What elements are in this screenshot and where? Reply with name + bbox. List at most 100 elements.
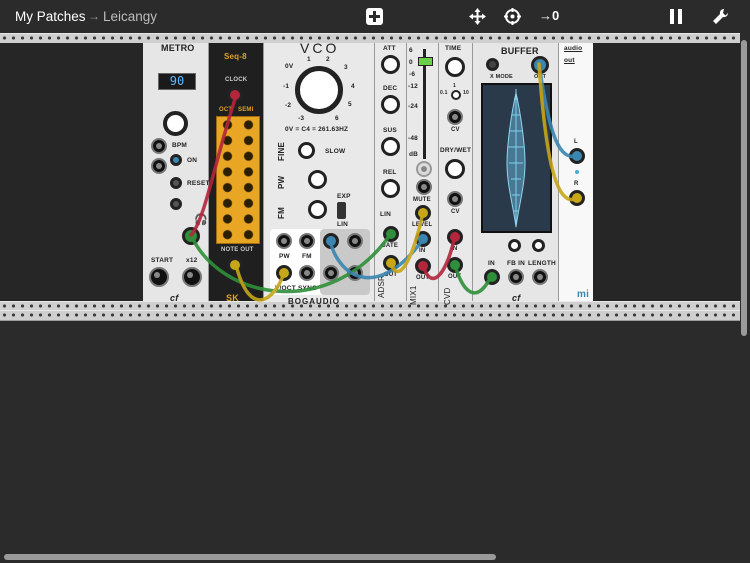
- my-patches-link[interactable]: My Patches: [15, 9, 86, 24]
- time-range-knob[interactable]: [451, 90, 461, 100]
- lin-toggle-label[interactable]: LIN: [380, 211, 391, 218]
- voct-label: V/OCT: [275, 285, 296, 292]
- db-m48: -48: [408, 135, 418, 142]
- metro-aux-button[interactable]: [170, 198, 182, 210]
- reset-label: RESET: [187, 180, 210, 187]
- x-mode-label: X MODE: [490, 74, 513, 80]
- level-jack[interactable]: [415, 205, 431, 221]
- dec-knob[interactable]: [381, 95, 400, 114]
- sync-jack[interactable]: [299, 265, 315, 281]
- db-6: 6: [409, 47, 413, 54]
- vco-scale-m2: -2: [285, 102, 292, 109]
- length-jack[interactable]: [532, 269, 548, 285]
- fine-knob[interactable]: [298, 142, 315, 159]
- module-seq8[interactable]: Seq-8 CLOCK OCT SEMI NOTE OUT SK: [209, 43, 263, 303]
- rel-knob[interactable]: [381, 179, 400, 198]
- db-0: 0: [409, 59, 413, 66]
- pw-jack[interactable]: [276, 233, 292, 249]
- clock-jack[interactable]: [227, 87, 243, 103]
- module-audio-out[interactable]: audio out L R mi: [559, 43, 593, 301]
- mute-button[interactable]: [416, 161, 432, 177]
- fb-in-jack[interactable]: [508, 269, 524, 285]
- cvd-in-jack[interactable]: [447, 229, 463, 245]
- buffer-in-jack[interactable]: [484, 269, 500, 285]
- gate-jack[interactable]: [383, 226, 399, 242]
- module-cvd[interactable]: TIME 0.1 1 10 CV DRY/WET CV IN OUT CVD: [439, 43, 473, 305]
- time-knob[interactable]: [445, 57, 465, 77]
- waveform-display: [481, 83, 552, 233]
- x12-jack[interactable]: [182, 267, 202, 287]
- time-scale-01: 0.1: [440, 90, 448, 96]
- start-jack[interactable]: [149, 267, 169, 287]
- metro-out-jack[interactable]: [182, 227, 200, 245]
- bpm-display: 90: [158, 73, 196, 90]
- mute-jack[interactable]: [416, 179, 432, 195]
- exp-lin-switch[interactable]: [337, 202, 346, 219]
- cvd-out-jack[interactable]: [447, 257, 463, 273]
- time-cv-jack[interactable]: [447, 109, 463, 125]
- mix1-in-jack[interactable]: [415, 231, 431, 247]
- add-module-button[interactable]: [366, 8, 383, 25]
- module-adsr[interactable]: ATT DEC SUS REL LIN GATE OUT ADSR: [375, 43, 407, 301]
- sine-out-jack[interactable]: [347, 265, 363, 281]
- x-mode-button[interactable]: [486, 58, 499, 71]
- cvd-vertical-name: CVD: [443, 287, 452, 306]
- drywet-label: DRY/WET: [440, 147, 472, 154]
- right-out-jack[interactable]: [569, 190, 585, 206]
- pause-icon: [670, 9, 682, 24]
- wrench-icon: [713, 8, 729, 24]
- seq-grid[interactable]: [216, 116, 260, 244]
- voct-jack[interactable]: [276, 265, 292, 281]
- module-metro[interactable]: METRO 90 BPM ON RESET 🎧 START x12 cf: [143, 43, 210, 303]
- bpm-knob[interactable]: [163, 111, 188, 136]
- note-out-jack[interactable]: [227, 257, 243, 273]
- adsr-vertical-name: ADSR: [377, 274, 386, 298]
- buffer-out-jack[interactable]: [531, 56, 549, 74]
- fine-label: FINE: [277, 141, 286, 161]
- gate-label: GATE: [381, 243, 399, 249]
- drywet-knob[interactable]: [445, 159, 465, 179]
- metro-brand: cf: [170, 293, 179, 303]
- settings-button[interactable]: [712, 8, 729, 30]
- saw-out-jack[interactable]: [347, 233, 363, 249]
- module-vco[interactable]: VCO 0V -1 -2 -3 1 2 3 4 5 6 0V = C4 = 26…: [263, 40, 375, 306]
- vco-title: VCO: [300, 40, 340, 56]
- time-label: TIME: [445, 45, 462, 52]
- module-mix1[interactable]: 6 0 -6 -12 -24 -48 dB MUTE LEVEL IN OUT …: [407, 43, 439, 305]
- vco-scale-4: 4: [351, 83, 355, 90]
- fb-knob-2[interactable]: [532, 239, 545, 252]
- vertical-scrollbar[interactable]: [741, 40, 747, 336]
- adsr-out-jack[interactable]: [383, 255, 399, 271]
- pw-knob[interactable]: [308, 170, 327, 189]
- zero-offset-button[interactable]: →0: [539, 8, 559, 23]
- x12-label: x12: [186, 257, 198, 264]
- metro-title: METRO: [161, 43, 195, 53]
- fm-jack[interactable]: [299, 233, 315, 249]
- horizontal-scrollbar[interactable]: [4, 554, 496, 560]
- triangle-out-jack[interactable]: [323, 265, 339, 281]
- module-buffer[interactable]: BUFFER X MODE OUT IN FB IN LENGTH cf: [473, 43, 559, 303]
- on-jack[interactable]: [151, 158, 167, 174]
- move-button[interactable]: [469, 8, 486, 30]
- center-button[interactable]: [504, 8, 521, 30]
- att-knob[interactable]: [381, 55, 400, 74]
- level-fader-handle[interactable]: [418, 57, 433, 66]
- patch-name[interactable]: Leicangy: [103, 9, 157, 24]
- clock-label: CLOCK: [225, 77, 248, 83]
- frequency-knob[interactable]: [295, 66, 343, 114]
- pause-button[interactable]: [669, 9, 683, 29]
- bpm-jack[interactable]: [151, 138, 167, 154]
- reset-button[interactable]: [170, 177, 182, 189]
- sus-label: SUS: [383, 127, 397, 134]
- fm-knob[interactable]: [308, 200, 327, 219]
- sus-knob[interactable]: [381, 137, 400, 156]
- drywet-cv-jack[interactable]: [447, 191, 463, 207]
- square-out-jack[interactable]: [323, 233, 339, 249]
- vco-scale-m3: -3: [298, 115, 305, 122]
- left-out-jack[interactable]: [569, 148, 585, 164]
- db-m24: -24: [408, 103, 418, 110]
- lin-label: LIN: [337, 221, 349, 228]
- on-button[interactable]: [170, 154, 182, 166]
- fb-knob-1[interactable]: [508, 239, 521, 252]
- mix1-out-jack[interactable]: [415, 258, 431, 274]
